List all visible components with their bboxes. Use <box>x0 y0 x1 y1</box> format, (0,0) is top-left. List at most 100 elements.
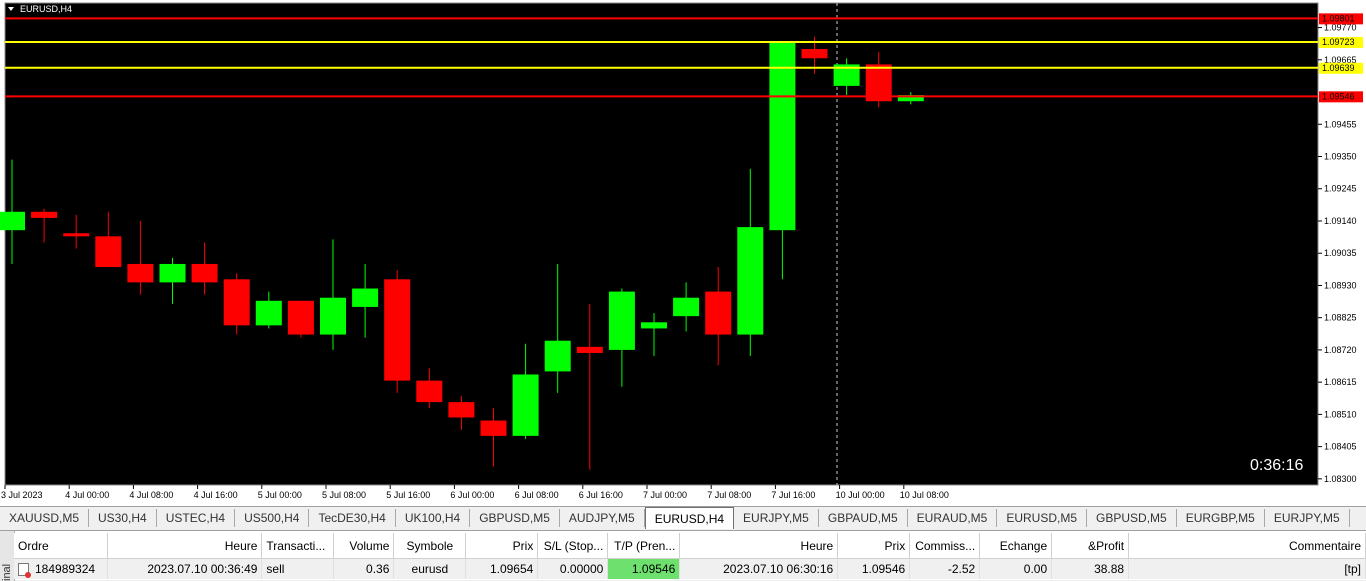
x-tick-label: 7 Jul 00:00 <box>643 490 687 500</box>
column-header[interactable]: Heure <box>679 533 839 559</box>
chart-tab[interactable]: EURUSD,H4 <box>644 507 735 529</box>
chart-tab[interactable]: GBPAUD,M5 <box>819 509 908 527</box>
column-header[interactable]: Commiss... <box>909 533 981 559</box>
y-tick-label: 1.08300 <box>1324 474 1357 484</box>
column-header[interactable]: Volume <box>333 533 395 559</box>
terminal-side-text: inal <box>1 563 13 581</box>
candle-body <box>544 340 571 372</box>
candle-body <box>705 291 732 335</box>
candlestick-chart[interactable]: EURUSD,H41.097701.096651.094551.093501.0… <box>0 0 1366 506</box>
candle-body <box>31 211 58 218</box>
candle-body <box>352 288 379 307</box>
x-tick-label: 4 Jul 16:00 <box>194 490 238 500</box>
trade-history-table: Ordre Heure Transacti... Volume Symbole Prix S… <box>14 533 1366 579</box>
candle-body <box>223 279 250 326</box>
candle-body <box>416 380 443 403</box>
table-cell: eurusd <box>393 558 467 579</box>
chart-tab[interactable]: EURUSD,M5 <box>997 509 1088 527</box>
x-tick-label: 5 Jul 08:00 <box>322 490 366 500</box>
chart-tab[interactable]: AUDJPY,M5 <box>560 509 645 527</box>
candle-body <box>480 420 507 436</box>
column-header[interactable]: S/L (Stop... <box>537 533 609 559</box>
y-tick-label: 1.08615 <box>1324 377 1357 387</box>
candle-body <box>737 227 764 335</box>
column-header[interactable]: Commentaire <box>1128 533 1366 559</box>
x-tick-label: 10 Jul 08:00 <box>900 490 949 500</box>
table-cell: 184989324 <box>14 558 109 579</box>
table-cell: -2.52 <box>909 558 981 579</box>
table-cell: 0.36 <box>333 558 395 579</box>
candle-body <box>127 263 154 283</box>
x-tick-label: 6 Jul 16:00 <box>579 490 623 500</box>
chart-tab[interactable]: US500,H4 <box>235 509 310 527</box>
x-tick-label: 3 Jul 2023 <box>1 490 43 500</box>
candle-body <box>512 374 539 436</box>
y-tick-label: 1.09455 <box>1324 119 1357 129</box>
chart-tab[interactable]: EURAUD,M5 <box>908 509 998 527</box>
chart-tab[interactable]: GBPUSD,M5 <box>1087 509 1177 527</box>
chart-tab[interactable]: XAUUSD,M5 <box>0 509 90 527</box>
table-body: 184989324 2023.07.10 00:36:49 sell 0.36 euru… <box>14 558 1366 579</box>
x-tick-label: 5 Jul 16:00 <box>386 490 430 500</box>
x-tick-label: 4 Jul 00:00 <box>65 490 109 500</box>
column-header[interactable]: Symbole <box>393 533 467 559</box>
candle-body <box>641 322 667 329</box>
price-chart[interactable]: EURUSD,H4 1.09770 1.09665 1.09455 1.09350 1.0… <box>0 0 1366 506</box>
y-tick-label: 1.08405 <box>1324 442 1357 452</box>
candle-body <box>608 291 635 350</box>
chart-tab[interactable]: UK100,H4 <box>396 509 471 527</box>
table-cell: sell <box>261 558 335 579</box>
column-header[interactable]: &Profit <box>1051 533 1130 559</box>
table-header-row: Ordre Heure Transacti... Volume Symbole Prix S… <box>14 533 1366 559</box>
table-cell: 0.00 <box>979 558 1053 579</box>
table-row[interactable]: 184989324 2023.07.10 00:36:49 sell 0.36 euru… <box>14 558 1366 579</box>
x-tick-label: 5 Jul 00:00 <box>258 490 302 500</box>
x-tick-label: 6 Jul 08:00 <box>515 490 559 500</box>
candle-body <box>191 263 218 283</box>
plot-area <box>5 3 1318 485</box>
order-closed-icon <box>18 563 31 579</box>
y-tick-label: 1.09350 <box>1324 152 1357 162</box>
price-level-label: 1.09546 <box>1322 91 1355 101</box>
column-header[interactable]: T/P (Pren... <box>607 533 681 559</box>
chart-tab[interactable]: GBPUSD,M5 <box>470 509 560 527</box>
column-header[interactable]: Echange <box>979 533 1053 559</box>
column-header[interactable]: Prix <box>837 533 911 559</box>
candle-body <box>673 297 700 317</box>
candle-body <box>384 279 411 381</box>
x-tick-label: 4 Jul 08:00 <box>129 490 173 500</box>
candle-body <box>287 300 314 335</box>
y-tick-label: 1.08825 <box>1324 313 1357 323</box>
x-tick-label: 10 Jul 00:00 <box>836 490 885 500</box>
chart-tab[interactable]: EURJPY,M5 <box>734 509 819 527</box>
candle-body <box>320 297 346 335</box>
table-cell: 1.09546 <box>837 558 911 579</box>
y-tick-label: 1.08720 <box>1324 345 1357 355</box>
y-tick-label: 1.09245 <box>1324 184 1357 194</box>
y-tick-label: 1.08510 <box>1324 409 1357 419</box>
price-level-label: 1.09723 <box>1322 37 1355 47</box>
y-tick-label: 1.09140 <box>1324 216 1357 226</box>
candle-body <box>801 49 828 59</box>
price-level-label: 1.09801 <box>1322 13 1355 23</box>
chart-tab[interactable]: US30,H4 <box>89 509 157 527</box>
price-level-label: 1.09639 <box>1322 63 1355 73</box>
table-cell: 2023.07.10 00:36:49 <box>107 558 263 579</box>
chart-tab[interactable]: USTEC,H4 <box>157 509 236 527</box>
chart-title: EURUSD,H4 <box>20 4 72 14</box>
chart-tabs-bar: XAUUSD,M5 US30,H4 USTEC,H4 US500,H4 TecDE30,… <box>0 506 1366 530</box>
chart-tab[interactable]: EURGBP,M5 <box>1177 509 1265 527</box>
candle-body <box>0 211 25 231</box>
column-header[interactable]: Heure <box>107 533 263 559</box>
column-header[interactable]: Prix <box>465 533 539 559</box>
chart-tab[interactable]: TecDE30,H4 <box>309 509 396 527</box>
column-header[interactable]: Ordre <box>14 533 109 559</box>
bar-timer: 0:36:16 <box>1250 457 1303 474</box>
table-cell: 0.00000 <box>537 558 609 579</box>
terminal-panel: inal Ordre Heure Transacti... Volume Symbole… <box>0 530 1366 581</box>
terminal-side-label: inal <box>0 531 15 581</box>
chart-tab[interactable]: EURJPY,M5 <box>1265 509 1350 527</box>
candle-body <box>576 346 603 353</box>
candle-body <box>159 263 186 283</box>
column-header[interactable]: Transacti... <box>261 533 335 559</box>
